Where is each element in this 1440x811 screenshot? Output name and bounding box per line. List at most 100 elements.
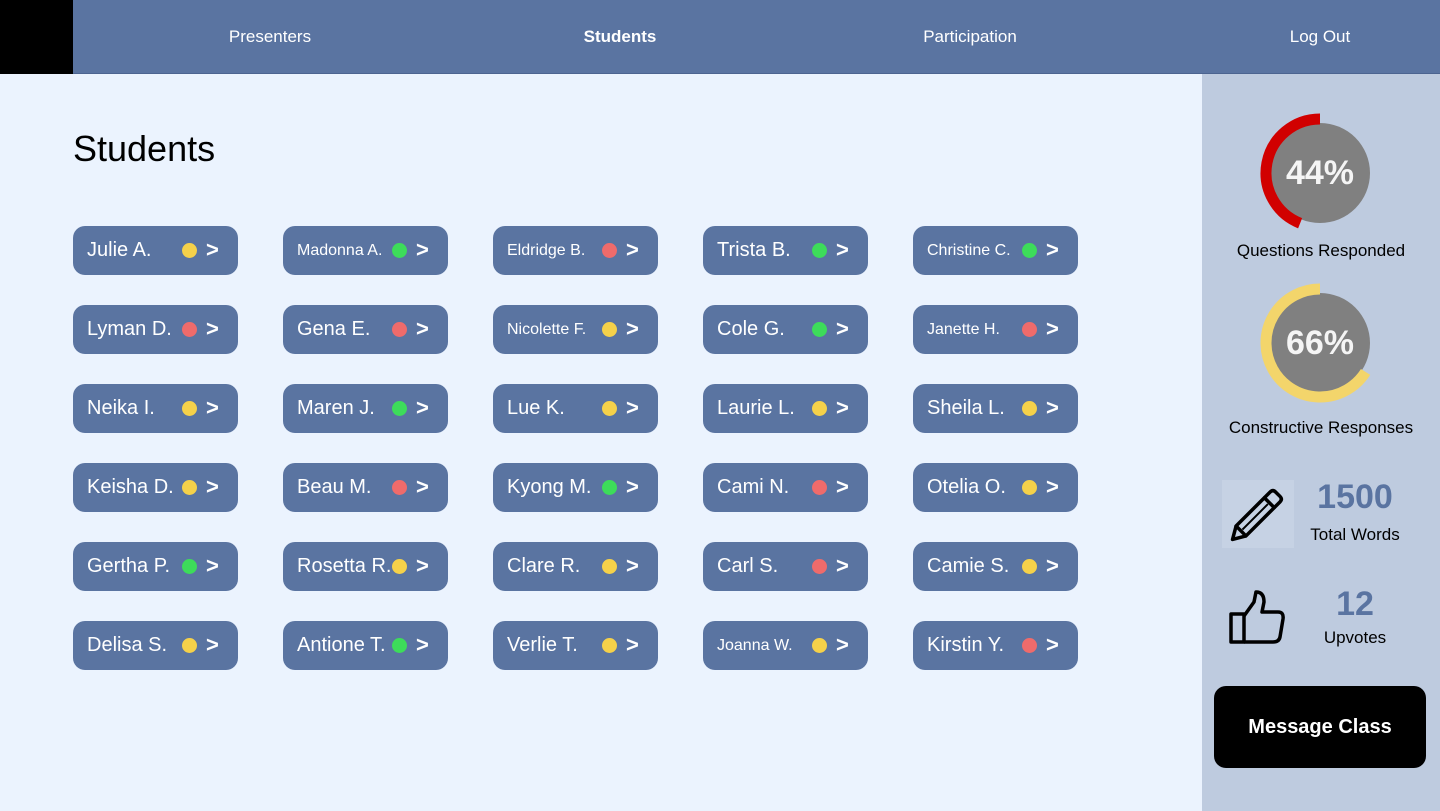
chevron-right-icon[interactable]: > — [626, 384, 639, 433]
status-dot-green — [392, 401, 407, 416]
chevron-right-icon[interactable]: > — [206, 305, 219, 354]
student-card[interactable]: Delisa S. > — [73, 621, 238, 670]
student-name: Keisha D. — [87, 476, 174, 498]
chevron-right-icon[interactable]: > — [416, 621, 429, 670]
chevron-right-icon[interactable]: > — [206, 226, 219, 275]
student-card[interactable]: Eldridge B. > — [493, 226, 658, 275]
status-dot-red — [392, 480, 407, 495]
status-dot-green — [1022, 243, 1037, 258]
chevron-right-icon[interactable]: > — [206, 621, 219, 670]
message-class-button[interactable]: Message Class — [1214, 686, 1426, 768]
student-card[interactable]: Lyman D. > — [73, 305, 238, 354]
student-card[interactable]: Janette H. > — [913, 305, 1078, 354]
chevron-right-icon[interactable]: > — [836, 305, 849, 354]
student-card[interactable]: Gena E. > — [283, 305, 448, 354]
chevron-right-icon[interactable]: > — [626, 226, 639, 275]
student-card[interactable]: Julie A. > — [73, 226, 238, 275]
constructive-percent: 66% — [1285, 324, 1355, 362]
chevron-right-icon[interactable]: > — [626, 542, 639, 591]
student-card[interactable]: Cami N. > — [703, 463, 868, 512]
chevron-right-icon[interactable]: > — [206, 542, 219, 591]
chevron-right-icon[interactable]: > — [206, 384, 219, 433]
student-card[interactable]: Sheila L. > — [913, 384, 1078, 433]
chevron-right-icon[interactable]: > — [1046, 305, 1059, 354]
status-dot-yellow — [1022, 480, 1037, 495]
student-name: Camie S. — [927, 555, 1010, 577]
student-card[interactable]: Joanna W. > — [703, 621, 868, 670]
logo[interactable] — [0, 0, 73, 74]
student-card[interactable]: Antione T. > — [283, 621, 448, 670]
chevron-right-icon[interactable]: > — [206, 463, 219, 512]
chevron-right-icon[interactable]: > — [626, 621, 639, 670]
student-card[interactable]: Neika I. > — [73, 384, 238, 433]
page-title: Students — [73, 128, 216, 169]
status-dot-green — [392, 243, 407, 258]
student-card[interactable]: Cole G. > — [703, 305, 868, 354]
status-dot-red — [1022, 638, 1037, 653]
student-card[interactable]: Kyong M. > — [493, 463, 658, 512]
student-card[interactable]: Lue K. > — [493, 384, 658, 433]
nav-participation[interactable]: Participation — [870, 0, 1070, 74]
chevron-right-icon[interactable]: > — [836, 621, 849, 670]
status-dot-red — [392, 322, 407, 337]
student-name: Joanna W. — [717, 637, 793, 654]
chevron-right-icon[interactable]: > — [416, 463, 429, 512]
student-name: Neika I. — [87, 397, 155, 419]
student-name: Carl S. — [717, 555, 779, 577]
status-dot-red — [812, 559, 827, 574]
student-name: Otelia O. — [927, 476, 1006, 498]
chevron-right-icon[interactable]: > — [416, 542, 429, 591]
chevron-right-icon[interactable]: > — [1046, 384, 1059, 433]
student-card[interactable]: Beau M. > — [283, 463, 448, 512]
status-dot-yellow — [812, 401, 827, 416]
student-card[interactable]: Trista B. > — [703, 226, 868, 275]
student-card[interactable]: Kirstin Y. > — [913, 621, 1078, 670]
student-name: Janette H. — [927, 321, 1000, 338]
student-card[interactable]: Gertha P. > — [73, 542, 238, 591]
student-card[interactable]: Otelia O. > — [913, 463, 1078, 512]
chevron-right-icon[interactable]: > — [836, 542, 849, 591]
nav-presenters[interactable]: Presenters — [170, 0, 370, 74]
status-dot-yellow — [182, 243, 197, 258]
chevron-right-icon[interactable]: > — [626, 305, 639, 354]
chevron-right-icon[interactable]: > — [626, 463, 639, 512]
nav-students[interactable]: Students — [520, 0, 720, 74]
status-dot-green — [182, 559, 197, 574]
status-dot-red — [182, 322, 197, 337]
chevron-right-icon[interactable]: > — [1046, 463, 1059, 512]
student-card[interactable]: Camie S. > — [913, 542, 1078, 591]
student-name: Kyong M. — [507, 476, 592, 498]
student-card[interactable]: Keisha D. > — [73, 463, 238, 512]
student-name: Julie A. — [87, 239, 152, 261]
chevron-right-icon[interactable]: > — [1046, 621, 1059, 670]
status-dot-green — [812, 243, 827, 258]
student-card[interactable]: Christine C. > — [913, 226, 1078, 275]
chevron-right-icon[interactable]: > — [1046, 226, 1059, 275]
student-name: Lue K. — [507, 397, 565, 419]
student-card[interactable]: Carl S. > — [703, 542, 868, 591]
nav-log-out[interactable]: Log Out — [1220, 0, 1420, 74]
student-name: Gertha P. — [87, 555, 171, 577]
constructive-responses-ring: 66% — [1260, 283, 1380, 403]
student-card[interactable]: Rosetta R. > — [283, 542, 448, 591]
student-card[interactable]: Verlie T. > — [493, 621, 658, 670]
student-card[interactable]: Nicolette F. > — [493, 305, 658, 354]
total-words-value: 1500 — [1317, 478, 1393, 516]
student-name: Nicolette F. — [507, 321, 587, 338]
chevron-right-icon[interactable]: > — [416, 226, 429, 275]
student-card[interactable]: Madonna A. > — [283, 226, 448, 275]
chevron-right-icon[interactable]: > — [1046, 542, 1059, 591]
chevron-right-icon[interactable]: > — [416, 384, 429, 433]
chevron-right-icon[interactable]: > — [836, 226, 849, 275]
chevron-right-icon[interactable]: > — [836, 384, 849, 433]
student-name: Christine C. — [927, 242, 1011, 259]
status-dot-red — [602, 243, 617, 258]
student-card[interactable]: Clare R. > — [493, 542, 658, 591]
status-dot-red — [1022, 322, 1037, 337]
chevron-right-icon[interactable]: > — [836, 463, 849, 512]
chevron-right-icon[interactable]: > — [416, 305, 429, 354]
student-card[interactable]: Maren J. > — [283, 384, 448, 433]
student-name: Clare R. — [507, 555, 581, 577]
status-dot-yellow — [812, 638, 827, 653]
student-card[interactable]: Laurie L. > — [703, 384, 868, 433]
